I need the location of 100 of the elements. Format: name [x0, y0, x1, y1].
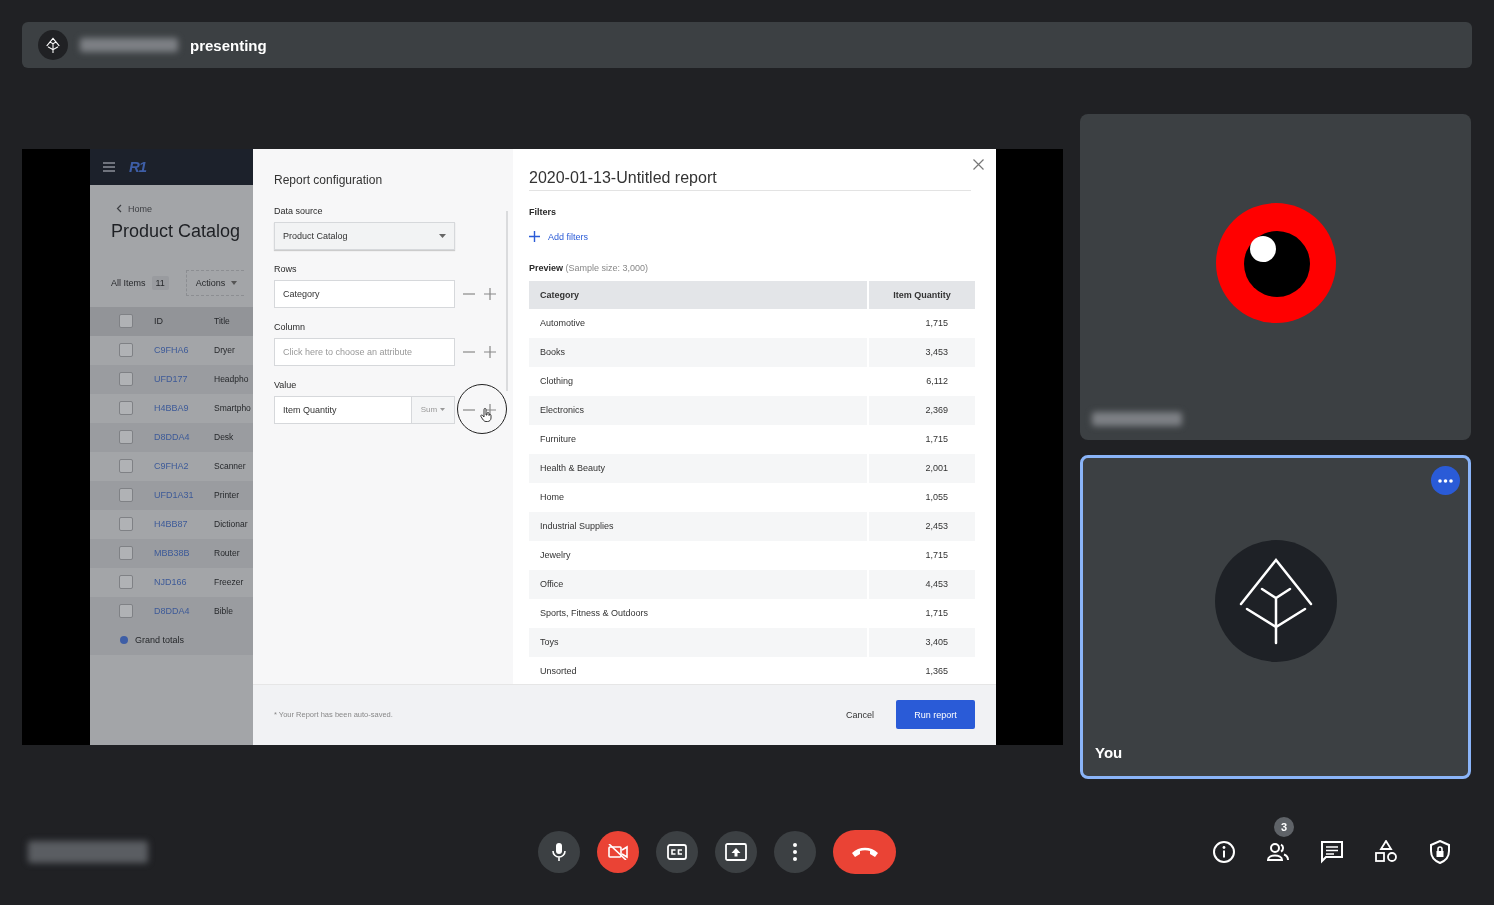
microphone-button[interactable] [538, 831, 580, 873]
shapes-icon [1374, 840, 1398, 864]
id-link[interactable]: NJD166 [154, 577, 194, 587]
caret-icon [439, 233, 446, 238]
table-cell-text: Jewelry [539, 549, 572, 562]
plus-icon[interactable] [484, 403, 496, 416]
table-cell-text: Automotive [539, 317, 587, 330]
shield-lock-icon [1428, 840, 1452, 864]
captions-icon [667, 844, 687, 860]
table-cell-text: Home [539, 491, 565, 504]
section-label: Filters [529, 205, 557, 218]
app-logo: R1 [129, 158, 147, 175]
table-cell: Dryer [214, 345, 235, 355]
column-header: Item Quantity [867, 280, 975, 309]
cancel-button[interactable]: Cancel [840, 708, 880, 721]
add-filters-link[interactable]: Add filters [529, 230, 589, 243]
more-options-button[interactable] [774, 831, 816, 873]
checkbox[interactable] [119, 517, 133, 531]
breadcrumb-link[interactable]: Home [128, 203, 152, 214]
attribute-field[interactable]: Item Quantity [274, 395, 412, 424]
id-link[interactable]: MBB38B [154, 548, 194, 558]
totals-label: Grand totals [135, 635, 185, 645]
attribute-field[interactable]: Category [274, 279, 455, 308]
table-cell: Freezer [214, 577, 244, 587]
attribute-field[interactable]: Click here to choose an attribute [274, 337, 455, 366]
presenting-label: presenting [190, 36, 267, 54]
table-cell: Printer [214, 490, 240, 500]
chat-icon [1320, 840, 1344, 864]
table-cell-text: Unsorted [539, 665, 578, 678]
checkbox[interactable] [119, 372, 133, 386]
table-cell: Headpho [214, 374, 249, 384]
checkbox[interactable] [119, 546, 133, 560]
id-link[interactable]: D8DDA4 [154, 606, 194, 616]
table-cell: Router [214, 548, 240, 558]
checkbox[interactable] [119, 343, 133, 357]
table-cell-text: Clothing [539, 375, 575, 388]
people-icon [1266, 840, 1290, 864]
table-cell: Bible [214, 606, 233, 616]
plus-icon [529, 231, 540, 242]
present-button[interactable] [715, 831, 757, 873]
id-link[interactable]: C9FHA6 [154, 345, 194, 355]
field-label: Rows [274, 262, 298, 275]
table-cell: 3,405 [867, 627, 975, 657]
more-options-button[interactable] [1431, 466, 1460, 495]
table-cell-text: Office [539, 578, 565, 591]
id-link[interactable]: UFD177 [154, 374, 194, 384]
info-button[interactable] [1210, 838, 1238, 866]
panel-title: Report configuration [274, 172, 384, 187]
caret-icon [440, 408, 446, 411]
table-cell: Scanner [214, 461, 246, 471]
plus-icon[interactable] [484, 345, 496, 358]
chevron-left-icon [116, 204, 122, 213]
table-cell: Smartpho [214, 403, 251, 413]
items-count: 11 [151, 275, 169, 290]
checkbox[interactable] [119, 604, 133, 618]
toggle-icon[interactable] [120, 636, 128, 644]
data-source-dropdown[interactable]: Product Catalog [274, 221, 455, 250]
participant-name: You [1095, 744, 1123, 761]
plus-icon[interactable] [484, 287, 496, 300]
table-cell: 2,453 [867, 511, 975, 541]
table-cell: Desk [214, 432, 234, 442]
checkbox[interactable] [119, 459, 133, 473]
table-cell-text: Books [539, 346, 566, 359]
table-cell: 3,453 [867, 337, 975, 367]
info-icon [1212, 840, 1236, 864]
report-title-field[interactable]: 2020-01-13-Untitled report [529, 166, 971, 191]
dots-icon [1438, 478, 1453, 483]
participant-count-badge: 3 [1274, 817, 1294, 837]
checkbox[interactable] [119, 575, 133, 589]
table-cell-text: Furniture [539, 433, 577, 446]
id-link[interactable]: H4BB87 [154, 519, 194, 529]
run-report-button[interactable]: Run report [896, 700, 975, 729]
close-icon[interactable] [973, 158, 984, 170]
hang-up-button[interactable] [833, 830, 896, 874]
id-link[interactable]: UFD1A31 [154, 490, 194, 500]
hang-up-icon [850, 846, 879, 858]
checkbox[interactable] [119, 430, 133, 444]
column-header: Title [214, 316, 230, 326]
chat-button[interactable] [1318, 838, 1346, 866]
hand-cursor-icon [480, 407, 492, 422]
table-cell: Dictionar [214, 519, 248, 529]
column-header: ID [154, 316, 164, 326]
menu-icon[interactable] [103, 161, 115, 172]
captions-button[interactable] [656, 831, 698, 873]
microphone-icon [552, 843, 566, 861]
checkbox[interactable] [119, 488, 133, 502]
table-cell: 2,369 [867, 395, 975, 425]
items-label: All Items [111, 277, 146, 288]
aggregate-dropdown[interactable]: Sum [412, 395, 455, 424]
actions-button[interactable]: Actions [185, 269, 244, 296]
id-link[interactable]: C9FHA2 [154, 461, 194, 471]
table-cell-text: Industrial Supplies [539, 520, 615, 533]
checkbox[interactable] [119, 401, 133, 415]
table-cell-text: Sports, Fitness & Outdoors [539, 607, 650, 620]
present-screen-icon [725, 843, 747, 861]
id-link[interactable]: D8DDA4 [154, 432, 194, 442]
id-link[interactable]: H4BBA9 [154, 403, 194, 413]
checkbox[interactable] [119, 314, 133, 328]
tree-logo-icon [45, 37, 61, 53]
camera-button[interactable] [597, 831, 639, 873]
